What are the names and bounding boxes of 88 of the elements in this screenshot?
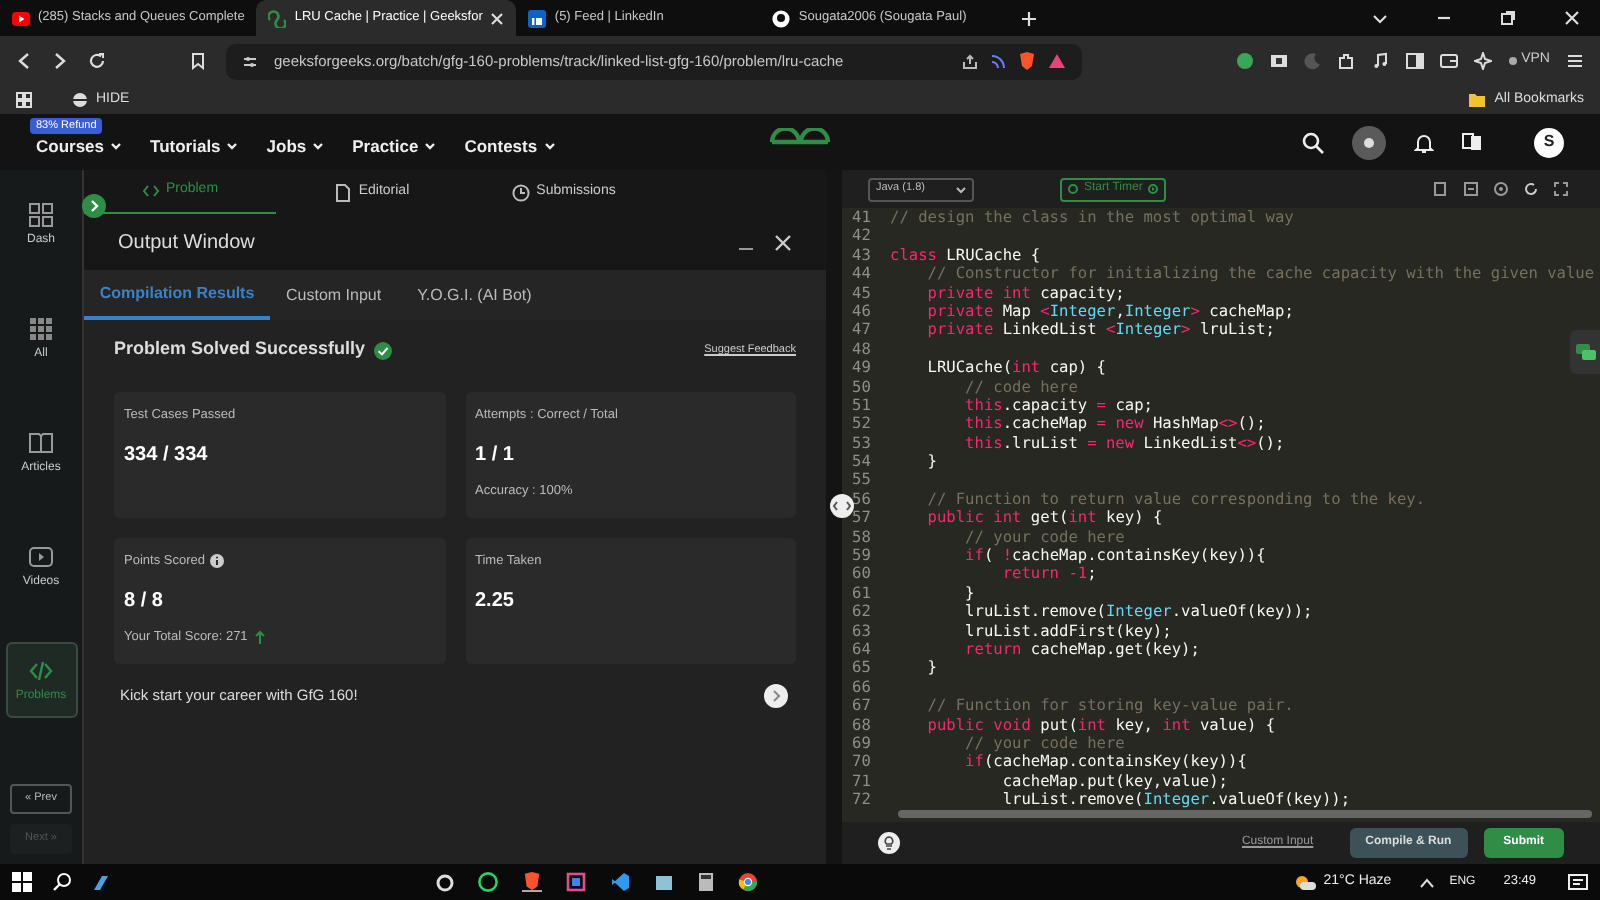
import-icon[interactable]: [1464, 182, 1478, 196]
bell-icon[interactable]: [1414, 131, 1434, 153]
files-icon[interactable]: [654, 872, 674, 892]
windows-logo-icon[interactable]: [12, 872, 32, 892]
chevron-down-icon: [110, 140, 123, 152]
chat-bubble-icon[interactable]: [478, 872, 498, 892]
timer-icon: [1068, 184, 1078, 194]
apps-grid-icon[interactable]: [16, 92, 32, 108]
logo-icon: [772, 9, 791, 27]
avatar[interactable]: S: [1534, 127, 1564, 157]
logo-icon: [268, 9, 287, 27]
wallet-icon[interactable]: [1439, 52, 1458, 70]
weather-icon: [1293, 872, 1316, 892]
stat-value: 8 / 8: [124, 587, 165, 616]
close-icon[interactable]: [1564, 10, 1580, 26]
grid-icon: [28, 315, 54, 341]
stat-value: 1 / 1: [475, 441, 516, 470]
copy-icon[interactable]: [1434, 182, 1448, 196]
status-text: Problem Solved Successfully: [114, 336, 366, 363]
logo-icon: [528, 9, 547, 27]
settings-icon[interactable]: [1494, 182, 1508, 196]
browser-icon[interactable]: [738, 872, 758, 892]
chevron-down-icon: [226, 140, 239, 152]
close-icon[interactable]: [490, 11, 505, 25]
theme-toggle-icon[interactable]: [1352, 125, 1386, 159]
book-icon: [28, 429, 54, 455]
stat-value: 2.25: [475, 587, 516, 616]
resize-handle-icon[interactable]: [830, 494, 854, 518]
play-icon: [1148, 184, 1159, 194]
play-icon: [12, 9, 30, 27]
menu-icon[interactable]: [1566, 52, 1584, 70]
calculator-icon[interactable]: [698, 872, 714, 892]
code-icon: [28, 657, 54, 683]
puzzle-icon[interactable]: [1337, 52, 1356, 70]
expand-button-icon[interactable]: [82, 194, 106, 218]
output-tab[interactable]: Y.O.G.I. (AI Bot): [401, 270, 548, 320]
chevron-down-icon: [543, 140, 556, 152]
document-icon: [334, 183, 353, 201]
chevron-down-icon: [424, 140, 437, 152]
globe-icon: [72, 92, 88, 108]
chevron-up-icon[interactable]: [1419, 877, 1434, 887]
chevron-right-button-icon[interactable]: [764, 684, 788, 708]
code-editor-icon[interactable]: [610, 872, 630, 892]
restore-icon[interactable]: [1500, 10, 1516, 26]
app-icon[interactable]: [92, 873, 110, 891]
music-icon[interactable]: [1371, 52, 1390, 70]
folder-icon: [1468, 92, 1487, 108]
reset-icon[interactable]: [1524, 182, 1538, 196]
chat-button[interactable]: [1570, 330, 1600, 374]
check-circle-icon: [373, 341, 392, 359]
search-icon[interactable]: [52, 872, 72, 892]
video-icon: [28, 543, 54, 569]
fullscreen-icon[interactable]: [1554, 182, 1568, 196]
gear-icon[interactable]: [436, 873, 454, 891]
translate-icon[interactable]: [1462, 132, 1482, 152]
plus-icon[interactable]: [1020, 9, 1039, 27]
search-icon[interactable]: [1302, 131, 1324, 153]
caret-icon: [956, 185, 966, 193]
nav-menu[interactable]: Jobs: [266, 133, 325, 159]
bookmark-icon[interactable]: [190, 52, 206, 70]
notification-icon[interactable]: [1568, 873, 1588, 891]
triangle-icon[interactable]: [1048, 52, 1066, 70]
rss-icon[interactable]: [990, 53, 1006, 69]
sparkle-icon[interactable]: [1473, 52, 1492, 70]
chevron-down-icon: [312, 140, 325, 152]
dashboard-icon: [28, 201, 54, 227]
stat-value: 334 / 334: [124, 441, 210, 470]
code-icon: [141, 182, 160, 200]
close-icon[interactable]: [774, 233, 792, 251]
share-icon[interactable]: [962, 53, 978, 69]
nav-menu[interactable]: Practice: [352, 133, 437, 159]
clock-icon: [512, 183, 531, 201]
sidebar-icon[interactable]: [1405, 52, 1424, 70]
panel-title: Output Window: [118, 229, 255, 257]
forward-icon[interactable]: [52, 52, 68, 70]
site-settings-icon: [242, 53, 258, 69]
dot-icon: [1507, 56, 1518, 66]
reload-icon[interactable]: [88, 52, 106, 70]
output-tab[interactable]: Custom Input: [270, 270, 398, 320]
nav-menu[interactable]: Courses: [36, 133, 123, 159]
scrollbar[interactable]: [898, 810, 1592, 818]
lightbulb-icon[interactable]: [878, 832, 900, 854]
nav-menu[interactable]: Contests: [464, 133, 556, 159]
chevron-down-icon[interactable]: [1372, 10, 1388, 26]
app-icon[interactable]: [566, 872, 586, 892]
nav-menu[interactable]: Tutorials: [150, 133, 239, 159]
back-icon[interactable]: [16, 52, 32, 70]
chat-icon: [1575, 343, 1595, 361]
